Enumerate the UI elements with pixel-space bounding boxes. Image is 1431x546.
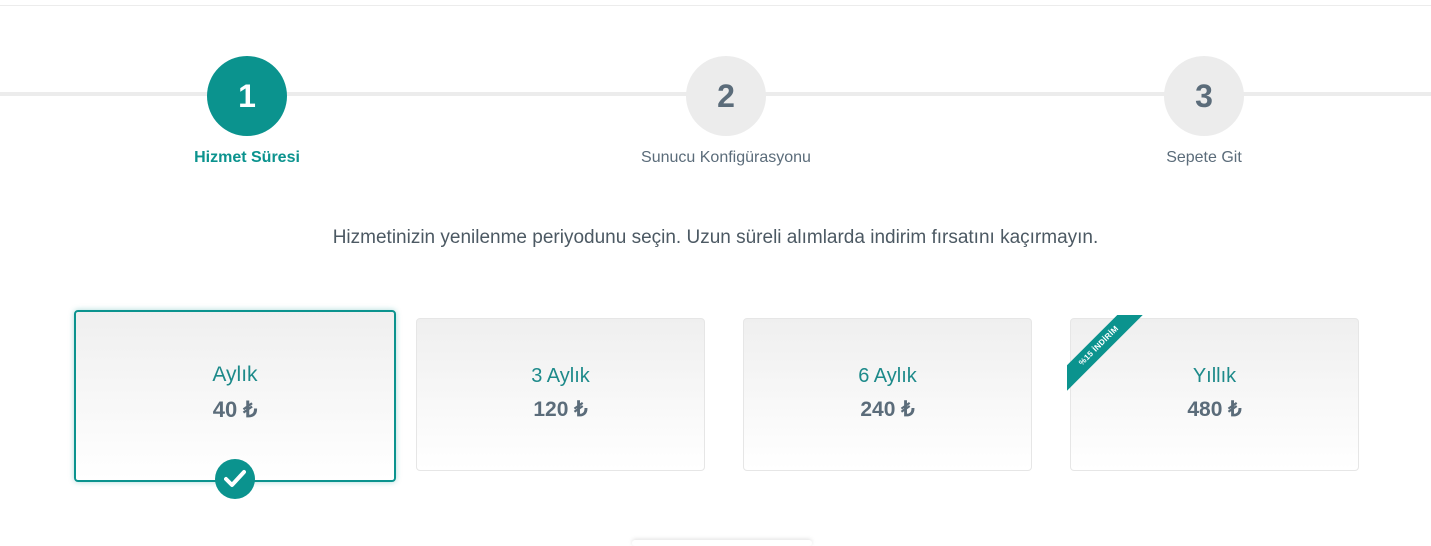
plan-card-3-aylik[interactable]: 3 Aylık 120 ₺ xyxy=(416,318,705,471)
discount-ribbon-label: %15 İNDİRİM xyxy=(1067,315,1143,391)
step-label: Sepete Git xyxy=(1166,149,1242,166)
plan-price: 480 ₺ xyxy=(1187,398,1242,421)
step-number-circle: 3 xyxy=(1164,56,1244,136)
discount-ribbon: %15 İNDİRİM xyxy=(1067,315,1143,391)
step-sepete-git[interactable]: 3 Sepete Git xyxy=(1054,56,1354,167)
step-label: Hizmet Süresi xyxy=(194,149,300,166)
check-circle-icon xyxy=(215,459,255,499)
step-number-circle: 2 xyxy=(686,56,766,136)
plan-card-aylik[interactable]: Aylık 40 ₺ xyxy=(74,310,396,499)
plan-price: 40 ₺ xyxy=(212,397,258,422)
plan-card-yillik[interactable]: %15 İNDİRİM Yıllık 480 ₺ xyxy=(1067,315,1359,471)
step-sunucu-konfigurasyonu[interactable]: 2 Sunucu Konfigürasyonu xyxy=(576,56,876,167)
step-label: Sunucu Konfigürasyonu xyxy=(641,149,811,166)
top-divider xyxy=(0,5,1431,6)
step-hizmet-suresi[interactable]: 1 Hizmet Süresi xyxy=(97,56,397,167)
plan-price: 240 ₺ xyxy=(860,398,915,421)
next-button-edge[interactable] xyxy=(632,540,812,546)
plan-card-6-aylik[interactable]: 6 Aylık 240 ₺ xyxy=(743,318,1032,471)
period-intro-text: Hizmetinizin yenilenme periyodunu seçin.… xyxy=(332,227,1099,248)
plan-period: Aylık xyxy=(212,363,258,386)
plan-period: 3 Aylık xyxy=(531,365,590,387)
step-number-circle: 1 xyxy=(207,56,287,136)
plan-price: 120 ₺ xyxy=(533,398,588,421)
plan-period: 6 Aylık xyxy=(858,365,917,387)
